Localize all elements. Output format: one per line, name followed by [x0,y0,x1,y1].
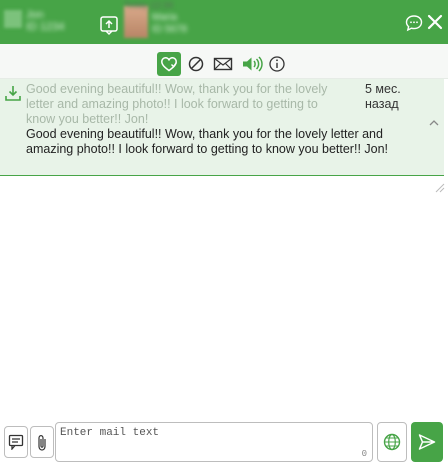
action-toolbar [0,44,448,79]
message-template-icon [8,434,24,450]
chevron-up-icon[interactable] [428,115,440,126]
message-time: 5 мес. назад [365,82,401,111]
sound-icon[interactable] [238,52,263,76]
message-item[interactable]: Good evening beautiful!! Wow, thank you … [0,79,444,176]
resize-handle-icon[interactable] [435,180,445,193]
send-icon [418,434,436,450]
sender-info: Jon ID 1234 [26,9,96,35]
sender-sub: ID 1234 [26,21,65,33]
block-icon[interactable] [184,52,208,76]
globe-icon [383,433,401,451]
message-preview: Good evening beautiful!! Wow, thank you … [26,82,328,126]
sender-name: Jon [26,9,44,21]
mail-text-input[interactable] [60,427,360,449]
attach-button[interactable] [30,426,54,458]
chat-header: Jon ID 1234 Maria ID 5678 [0,0,448,44]
translate-button[interactable] [377,422,407,462]
recipient-sub: ID 5678 [152,24,188,35]
mail-icon[interactable] [210,52,234,76]
recipient-avatar [124,6,148,38]
composer: 0 [0,418,448,471]
recipient-info: Maria ID 5678 [152,12,202,36]
paperclip-icon [38,434,46,451]
char-counter: 0 [361,449,367,459]
upload-icon[interactable] [98,14,120,36]
message-body: Good evening beautiful!! Wow, thank you … [26,127,389,156]
date-hint: Today 12:34 [124,0,174,10]
info-icon[interactable] [265,52,289,76]
sender-avatar [4,10,22,28]
mail-text-field[interactable]: 0 [55,422,373,462]
chat-bubble-icon[interactable] [405,14,423,32]
template-button[interactable] [4,426,28,458]
download-icon[interactable] [4,84,22,102]
close-icon[interactable] [427,14,443,30]
heart-icon[interactable] [157,52,181,76]
recipient-name: Maria [152,12,178,23]
send-button[interactable] [411,422,443,462]
